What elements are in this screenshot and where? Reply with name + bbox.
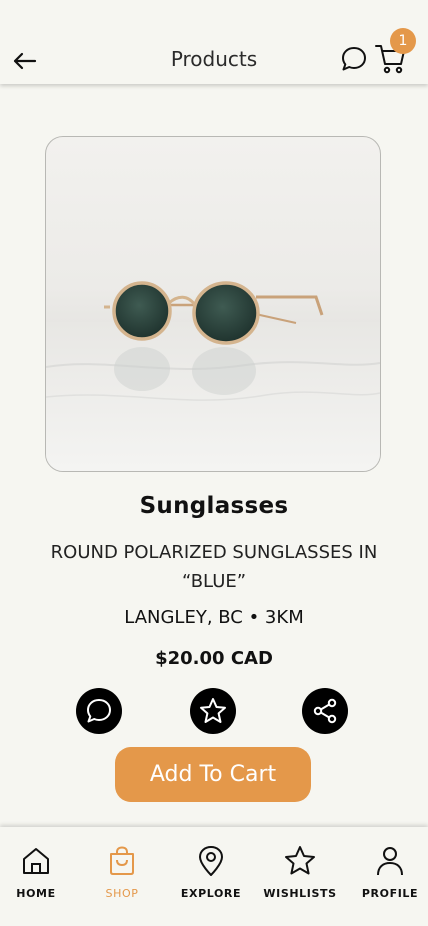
user-icon <box>377 847 403 876</box>
chat-bubble-icon <box>342 47 366 71</box>
nav-label: PROFILE <box>361 887 419 900</box>
chat-bubble-icon <box>87 699 111 723</box>
add-to-cart-button[interactable]: Add To Cart <box>115 747 311 802</box>
share-icon <box>313 698 337 724</box>
nav-item-home[interactable]: HOME <box>0 845 79 917</box>
product-location: LANGLEY, BC • 3KM <box>124 607 304 628</box>
add-to-wishlist-button[interactable] <box>190 688 236 734</box>
shopping-bag-icon <box>110 846 134 875</box>
nav-item-shop[interactable]: SHOP <box>79 845 165 917</box>
star-icon <box>200 698 226 723</box>
product-price: $20.00 CAD <box>155 648 273 669</box>
home-icon <box>23 848 49 874</box>
product-description: ROUND POLARIZED SUNGLASSES IN “BLUE” <box>50 542 378 592</box>
sunglasses-photo <box>46 281 380 471</box>
message-seller-button[interactable] <box>76 688 122 734</box>
nav-label: HOME <box>16 887 56 900</box>
star-icon <box>285 846 315 875</box>
product-image <box>45 136 381 472</box>
map-pin-icon <box>199 846 223 876</box>
nav-label: WISHLISTS <box>263 887 337 900</box>
messages-button[interactable] <box>340 45 368 73</box>
nav-label: SHOP <box>105 887 139 900</box>
nav-item-wishlists[interactable]: WISHLISTS <box>257 845 343 917</box>
cart-count-badge: 1 <box>390 28 416 54</box>
share-button[interactable] <box>302 688 348 734</box>
nav-item-profile[interactable]: PROFILE <box>347 845 428 917</box>
nav-item-explore[interactable]: EXPLORE <box>168 845 254 917</box>
bottom-navigation: HOME SHOP EXPLORE WISHLISTS PROFILE <box>0 827 428 926</box>
product-name: Sunglasses <box>139 493 289 519</box>
top-bar: Products 1 <box>0 0 428 84</box>
nav-label: EXPLORE <box>180 887 242 900</box>
